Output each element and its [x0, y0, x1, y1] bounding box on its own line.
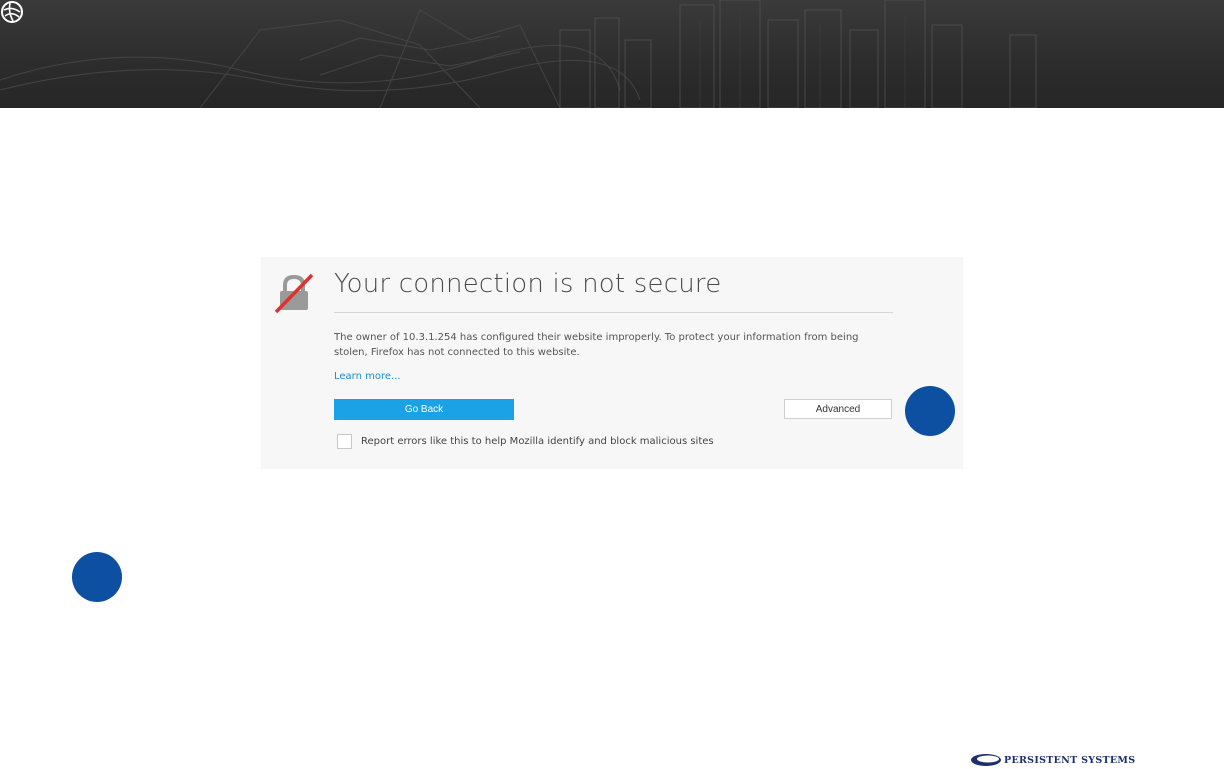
brand-swoosh-icon [971, 754, 1001, 766]
title-divider [334, 312, 893, 313]
callout-marker [905, 386, 955, 436]
error-title: Your connection is not secure [334, 269, 722, 299]
brand-name: PERSISTENT SYSTEMS [1004, 754, 1136, 766]
go-back-button[interactable]: Go Back [334, 399, 514, 420]
learn-more-link[interactable]: Learn more... [334, 371, 401, 382]
company-globe-logo-icon [1, 1, 23, 23]
report-errors-label: Report errors like this to help Mozilla … [361, 436, 714, 447]
advanced-button[interactable]: Advanced [784, 399, 892, 419]
city-skyline-graphic [0, 0, 1037, 108]
brand-footer: PERSISTENT SYSTEMS [970, 751, 1135, 769]
header-banner [0, 0, 1224, 108]
browser-error-screenshot: Your connection is not secure The owner … [261, 257, 963, 469]
report-errors-checkbox[interactable] [337, 434, 352, 449]
error-description: The owner of 10.3.1.254 has configured t… [334, 332, 859, 358]
broken-lock-icon [274, 273, 314, 314]
callout-marker [72, 552, 122, 602]
